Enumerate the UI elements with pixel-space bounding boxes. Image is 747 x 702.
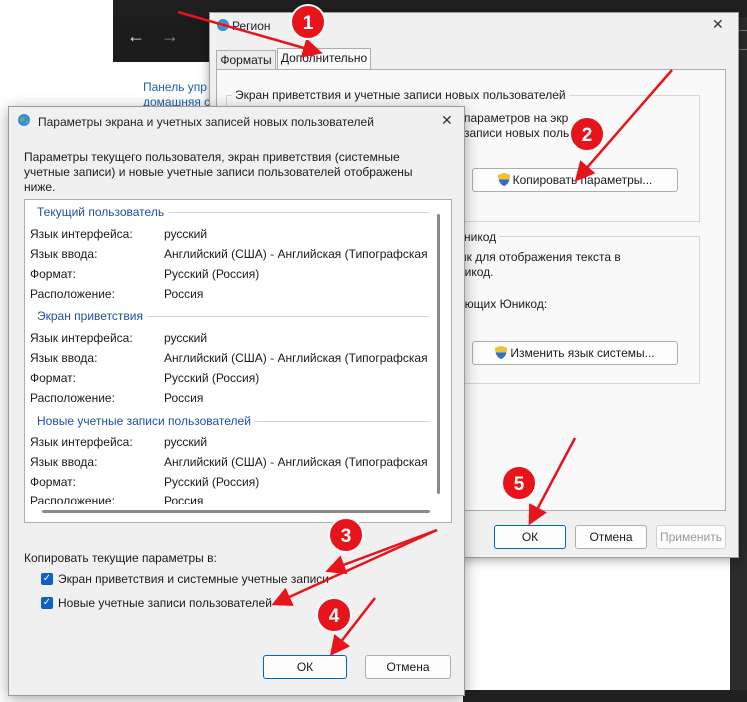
step-badge: 4 [316, 597, 352, 633]
step-badge: 1 [290, 4, 326, 40]
annotation-arrows [177, 10, 673, 656]
step-badge: 2 [569, 116, 605, 152]
step-badge: 5 [501, 465, 537, 501]
arrow-to-region-ok [528, 437, 577, 526]
step-badge: 3 [328, 517, 364, 553]
